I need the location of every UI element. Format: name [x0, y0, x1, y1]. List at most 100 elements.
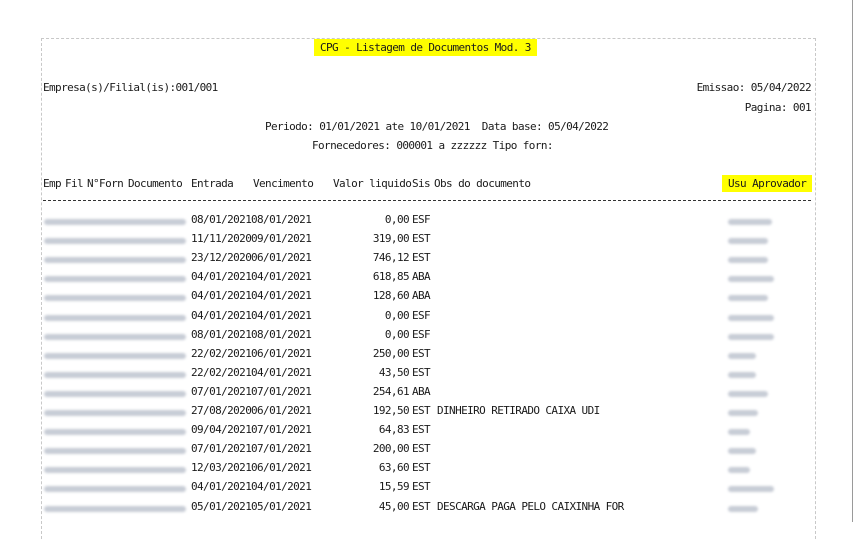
- col-documento: Documento: [128, 177, 183, 190]
- redacted-ids: [44, 372, 186, 378]
- col-emp: Emp: [43, 177, 62, 190]
- cell-entrada: 04/01/2021: [191, 480, 252, 493]
- redacted-ids: [44, 334, 186, 340]
- table-row: 12/03/2021 06/01/2021 63,60 EST: [0, 461, 857, 480]
- cell-vencimento: 08/01/2021: [251, 213, 312, 226]
- cell-sis: EST: [412, 251, 431, 264]
- table-row: 08/01/2021 08/01/2021 0,00 ESF: [0, 328, 857, 347]
- cell-vencimento: 09/01/2021: [251, 232, 312, 245]
- cell-vencimento: 04/01/2021: [251, 289, 312, 302]
- cell-valor: 45,00: [378, 500, 410, 513]
- cell-sis: EST: [412, 366, 431, 379]
- cell-sis: EST: [412, 347, 431, 360]
- report-title-text: CPG - Listagem de Documentos Mod. 3: [314, 39, 537, 56]
- cell-obs: DESCARGA PAGA PELO CAIXINHA FOR: [437, 500, 624, 513]
- cell-valor: 43,50: [378, 366, 410, 379]
- redacted-ids: [44, 276, 186, 282]
- cell-sis: ESF: [412, 328, 431, 341]
- cell-vencimento: 08/01/2021: [251, 328, 312, 341]
- redacted-usu-aprovador: [728, 334, 774, 340]
- redacted-ids: [44, 391, 186, 397]
- redacted-ids: [44, 486, 186, 492]
- cell-sis: ESF: [412, 213, 431, 226]
- redacted-usu-aprovador: [728, 429, 750, 435]
- redacted-ids: [44, 238, 186, 244]
- cell-valor: 319,00: [372, 232, 410, 245]
- redacted-ids: [44, 315, 186, 321]
- cell-valor: 15,59: [378, 480, 410, 493]
- cell-sis: ESF: [412, 309, 431, 322]
- cell-entrada: 22/02/2021: [191, 366, 252, 379]
- cell-vencimento: 05/01/2021: [251, 500, 312, 513]
- redacted-ids: [44, 506, 186, 512]
- redacted-usu-aprovador: [728, 372, 756, 378]
- redacted-ids: [44, 410, 186, 416]
- table-row: 04/01/2021 04/01/2021 0,00 ESF: [0, 309, 857, 328]
- cell-sis: EST: [412, 404, 431, 417]
- table-row: 22/02/2021 04/01/2021 43,50 EST: [0, 366, 857, 385]
- cell-entrada: 08/01/2021: [191, 213, 252, 226]
- report-title: CPG - Listagem de Documentos Mod. 3: [314, 39, 537, 56]
- col-sis: Sis: [412, 177, 431, 190]
- cell-valor: 618,85: [372, 270, 410, 283]
- cell-entrada: 05/01/2021: [191, 500, 252, 513]
- table-row: 04/01/2021 04/01/2021 618,85 ABA: [0, 270, 857, 289]
- periodo-line: Periodo: 01/01/2021 ate 10/01/2021 Data …: [265, 120, 609, 133]
- cell-entrada: 27/08/2020: [191, 404, 252, 417]
- redacted-usu-aprovador: [728, 315, 774, 321]
- redacted-usu-aprovador: [728, 391, 768, 397]
- cell-valor: 250,00: [372, 347, 410, 360]
- table-row: 07/01/2021 07/01/2021 254,61 ABA: [0, 385, 857, 404]
- col-obs: Obs do documento: [434, 177, 531, 190]
- cell-valor: 0,00: [384, 309, 410, 322]
- table-row: 04/01/2021 04/01/2021 15,59 EST: [0, 480, 857, 499]
- table-row: 11/11/2020 09/01/2021 319,00 EST: [0, 232, 857, 251]
- cell-vencimento: 06/01/2021: [251, 461, 312, 474]
- redacted-ids: [44, 257, 186, 263]
- cell-valor: 200,00: [372, 442, 410, 455]
- cell-vencimento: 07/01/2021: [251, 423, 312, 436]
- cell-valor: 254,61: [372, 385, 410, 398]
- redacted-usu-aprovador: [728, 410, 758, 416]
- fornecedores-line: Fornecedores: 000001 a zzzzzz Tipo forn:: [312, 139, 554, 152]
- header-rule: [43, 200, 811, 201]
- redacted-usu-aprovador: [728, 295, 768, 301]
- redacted-usu-aprovador: [728, 448, 756, 454]
- col-usu-aprovador: Usu Aprovador: [722, 175, 813, 192]
- cell-entrada: 04/01/2021: [191, 270, 252, 283]
- cell-entrada: 07/01/2021: [191, 442, 252, 455]
- cell-sis: EST: [412, 480, 431, 493]
- cell-valor: 63,60: [378, 461, 410, 474]
- page-number: Pagina: 001: [744, 101, 812, 114]
- cell-entrada: 04/01/2021: [191, 289, 252, 302]
- cell-valor: 64,83: [378, 423, 410, 436]
- cell-entrada: 11/11/2020: [191, 232, 252, 245]
- cell-vencimento: 04/01/2021: [251, 366, 312, 379]
- cell-entrada: 23/12/2020: [191, 251, 252, 264]
- redacted-ids: [44, 219, 186, 225]
- table-row: 07/01/2021 07/01/2021 200,00 EST: [0, 442, 857, 461]
- cell-valor: 128,60: [372, 289, 410, 302]
- cell-sis: EST: [412, 442, 431, 455]
- cell-obs: DINHEIRO RETIRADO CAIXA UDI: [437, 404, 600, 417]
- cell-vencimento: 04/01/2021: [251, 309, 312, 322]
- cell-valor: 192,50: [372, 404, 410, 417]
- redacted-ids: [44, 353, 186, 359]
- table-row: 22/02/2021 06/01/2021 250,00 EST: [0, 347, 857, 366]
- redacted-ids: [44, 467, 186, 473]
- cell-vencimento: 04/01/2021: [251, 480, 312, 493]
- cell-vencimento: 04/01/2021: [251, 270, 312, 283]
- table-row: 27/08/2020 06/01/2021 192,50 EST DINHEIRO RE…: [0, 404, 857, 423]
- cell-entrada: 22/02/2021: [191, 347, 252, 360]
- cell-vencimento: 06/01/2021: [251, 404, 312, 417]
- table-row: 08/01/2021 08/01/2021 0,00 ESF: [0, 213, 857, 232]
- col-valor: Valor liquido: [333, 177, 412, 190]
- col-vencimento: Vencimento: [253, 177, 314, 190]
- cell-sis: ABA: [412, 385, 431, 398]
- cell-valor: 0,00: [384, 213, 410, 226]
- redacted-usu-aprovador: [728, 506, 758, 512]
- table-row: 23/12/2020 06/01/2021 746,12 EST: [0, 251, 857, 270]
- redacted-usu-aprovador: [728, 467, 750, 473]
- table-row: 09/04/2021 07/01/2021 64,83 EST: [0, 423, 857, 442]
- redacted-usu-aprovador: [728, 238, 768, 244]
